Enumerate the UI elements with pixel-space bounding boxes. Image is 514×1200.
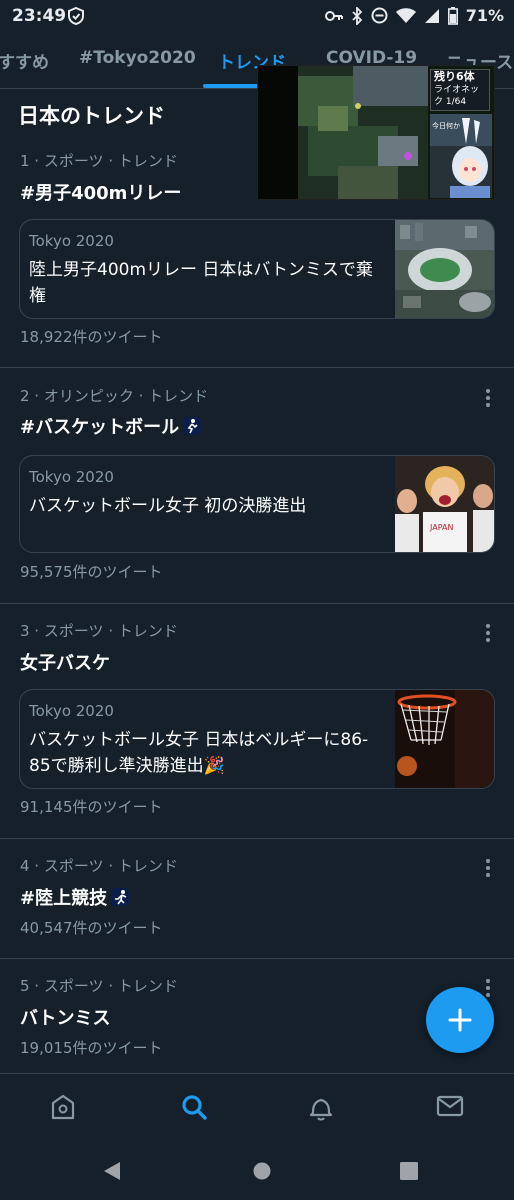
more-options-icon[interactable] xyxy=(486,979,494,1000)
basketball-hoop-photo xyxy=(395,690,494,788)
game-rank-panel: 残り6体 ライオネック 1/64 xyxy=(430,69,490,111)
card-headline: バスケットボール女子 日本はベルギーに86-85で勝利し準決勝進出🎉 xyxy=(29,730,369,776)
battery-level: 71% xyxy=(465,6,504,25)
wifi-icon xyxy=(395,7,416,24)
svg-text:JAPAN: JAPAN xyxy=(429,523,453,532)
news-card[interactable]: Tokyo 2020 バスケットボール女子 初の決勝進出 JAPAN xyxy=(19,455,495,553)
news-card[interactable]: Tokyo 2020 陸上男子400mリレー 日本はバトンミスで棄権 xyxy=(19,219,495,319)
compose-tweet-button[interactable] xyxy=(426,987,494,1053)
vtuber-avatar: 今日何か xyxy=(430,114,492,198)
runner-emoji xyxy=(111,888,130,906)
bluetooth-icon xyxy=(351,6,363,25)
trend-topic[interactable]: #男子400mリレー xyxy=(20,179,181,205)
more-options-icon[interactable] xyxy=(486,389,494,410)
news-card[interactable]: Tokyo 2020 バスケットボール女子 日本はベルギーに86-85で勝利し準… xyxy=(19,689,495,789)
back-icon[interactable] xyxy=(102,1161,122,1181)
picture-in-picture-video[interactable]: 残り6体 ライオネック 1/64 今日何か xyxy=(257,65,495,200)
page-title: 日本のトレンド xyxy=(18,104,165,128)
basketball-player-emoji xyxy=(183,417,202,435)
trend-topic[interactable]: バトンミス xyxy=(20,1004,111,1030)
shield-icon xyxy=(66,6,86,30)
bottom-navigation xyxy=(0,1073,514,1142)
card-source: Tokyo 2020 xyxy=(29,468,114,486)
recents-icon[interactable] xyxy=(399,1161,419,1181)
trend-meta: 1 · スポーツ · トレンド xyxy=(20,152,178,170)
stadium-aerial-photo xyxy=(395,220,494,318)
trend-topic[interactable]: 女子バスケ xyxy=(20,649,110,675)
tweet-count: 91,145件のツイート xyxy=(20,798,163,816)
trend-meta: 5 · スポーツ · トレンド xyxy=(20,977,178,995)
trend-meta: 3 · スポーツ · トレンド xyxy=(20,622,178,640)
trend-item[interactable]: 3 · スポーツ · トレンド 女子バスケ Tokyo 2020 バスケットボー… xyxy=(0,603,514,839)
home-circle-icon[interactable] xyxy=(252,1161,272,1181)
notifications-icon[interactable] xyxy=(308,1093,334,1121)
trend-topic-row[interactable]: #バスケットボール xyxy=(20,413,202,439)
trend-meta: 2 · オリンピック · トレンド xyxy=(20,387,209,405)
trend-meta: 4 · スポーツ · トレンド xyxy=(20,857,178,875)
card-source: Tokyo 2020 xyxy=(29,232,114,250)
status-time: 23:49 xyxy=(12,6,67,26)
trend-item[interactable]: 4 · スポーツ · トレンド #陸上競技 40,547件のツイート xyxy=(0,838,514,959)
card-headline: 陸上男子400mリレー 日本はバトンミスで棄権 xyxy=(29,260,373,306)
chat-text: 今日何か xyxy=(432,121,460,130)
tweet-count: 18,922件のツイート xyxy=(20,328,163,346)
status-bar: 23:49 71% xyxy=(0,0,514,34)
tab-tokyo2020[interactable]: #Tokyo2020 xyxy=(79,48,196,68)
home-icon[interactable] xyxy=(50,1093,76,1121)
do-not-disturb-icon xyxy=(371,7,388,24)
trend-topic-row[interactable]: #陸上競技 xyxy=(20,884,130,910)
plus-icon xyxy=(448,1008,472,1032)
japan-team-celebrating-photo: JAPAN xyxy=(395,456,494,552)
card-source: Tokyo 2020 xyxy=(29,702,114,720)
trend-topic: #陸上競技 xyxy=(20,888,108,909)
rank-line: ライオネック 1/64 xyxy=(434,85,480,107)
tab-for-you[interactable]: すすめ xyxy=(0,48,49,73)
system-navigation-bar xyxy=(0,1142,514,1200)
more-options-icon[interactable] xyxy=(486,624,494,645)
card-headline: バスケットボール女子 初の決勝進出 xyxy=(29,496,307,516)
tweet-count: 19,015件のツイート xyxy=(20,1039,163,1057)
battery-icon xyxy=(447,6,458,25)
tweet-count: 40,547件のツイート xyxy=(20,919,163,937)
search-icon[interactable] xyxy=(180,1093,208,1121)
more-options-icon[interactable] xyxy=(486,859,494,880)
trend-item[interactable]: 2 · オリンピック · トレンド #バスケットボール Tokyo 2020 バ… xyxy=(0,367,514,604)
messages-icon[interactable] xyxy=(436,1093,464,1119)
tweet-count: 95,575件のツイート xyxy=(20,563,163,581)
key-icon xyxy=(324,9,343,23)
rank-title: 残り6体 xyxy=(434,70,475,83)
game-stream-video xyxy=(258,66,428,199)
trend-topic: #バスケットボール xyxy=(20,417,180,438)
signal-icon xyxy=(424,8,440,24)
